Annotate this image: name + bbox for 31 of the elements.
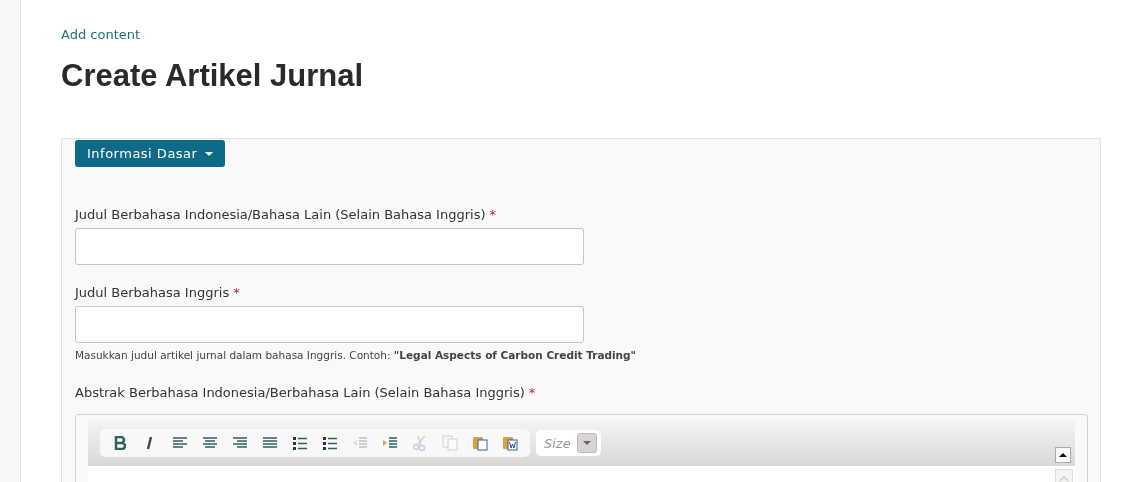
align-right-icon [232,436,248,450]
breadcrumb-link[interactable]: Add content [61,27,141,42]
toolbar-collapse-button[interactable] [1055,447,1071,463]
clipboard-word-icon [502,435,518,451]
field-label: Abstrak Berbahasa Indonesia/Berbahasa Lain (Selain Bahasa Inggris) [75,385,525,400]
required-asterisk: * [528,385,536,400]
justify-icon [262,436,278,450]
align-left-icon [172,436,188,450]
field-description: Masukkan judul artikel jurnal dalam bahasa Inggris. Contoh: "Legal Aspects of Carbon Credit Trading" [75,349,637,361]
align-center-icon [202,436,218,450]
dropdown-arrow-button[interactable] [576,433,597,453]
italic-icon [145,436,155,450]
text-input[interactable] [75,228,584,265]
chevron-up-icon [1059,476,1069,482]
copy-icon [442,435,458,451]
triangle-up-icon [1059,453,1067,457]
clipboard-icon [472,435,488,451]
bold-icon [114,436,126,450]
page-title: Create Artikel Jurnal [61,58,364,94]
field-label: Judul Berbahasa Inggris [75,285,230,300]
scissors-icon [413,435,427,451]
bullet-list-icon [292,436,308,450]
outdent-icon [352,436,368,450]
caret-icon [205,151,214,156]
text-input[interactable] [75,306,584,343]
required-asterisk: * [233,285,240,300]
section-dropdown-button[interactable]: Informasi Dasar [75,140,226,167]
indent-icon [382,436,398,450]
caret-icon [582,441,591,445]
field-label: Judul Berbahasa Indonesia/Bahasa Lain (Selain Bahasa Inggris) [75,207,486,222]
required-asterisk: * [489,207,496,222]
